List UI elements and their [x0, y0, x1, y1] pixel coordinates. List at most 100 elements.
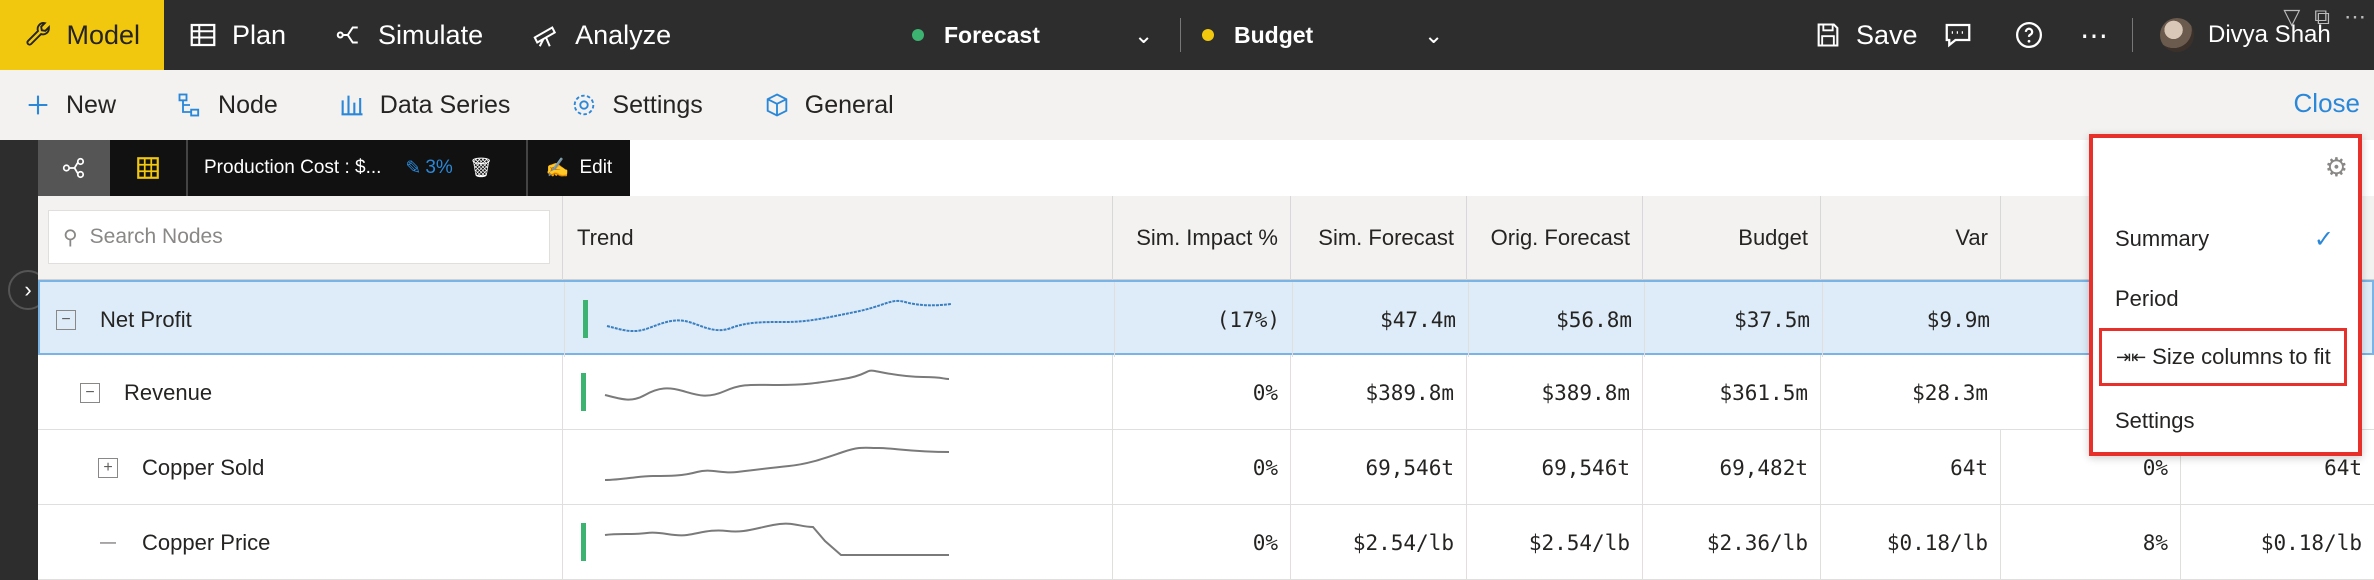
plus-icon [28, 95, 48, 115]
menu-item-period[interactable]: Period [2093, 270, 2358, 328]
help-button[interactable] [2014, 0, 2044, 70]
collapse-icon[interactable]: − [56, 309, 76, 330]
menu-item-label: Size columns to fit [2152, 344, 2331, 369]
general-label: General [804, 90, 894, 119]
menu-item-summary[interactable]: Summary ✓ [2093, 210, 2358, 268]
comment-button[interactable] [1942, 0, 1974, 70]
sparkline [606, 300, 952, 333]
gear-icon[interactable]: ⚙ [2325, 152, 2348, 183]
tab-simulate[interactable]: Simulate [310, 0, 507, 70]
sim-forecast-cell: $47.4m [1292, 282, 1468, 357]
trend-cell [562, 505, 1112, 580]
chevron-down-icon: ⌄ [1134, 21, 1154, 48]
menu-item-settings[interactable]: Settings [2093, 392, 2358, 450]
close-link[interactable]: Close [2294, 88, 2360, 119]
scenario-selector-compare[interactable]: Budget ⌄ [1202, 0, 1443, 70]
new-label: New [66, 90, 117, 119]
table-row[interactable]: − Net Profit (17%) $47.4m $56.8m $37.5m … [38, 280, 2374, 357]
sim-impact-cell: 0% [1112, 355, 1290, 430]
orig-forecast-cell: $56.8m [1468, 282, 1644, 357]
table-row[interactable]: + Copper Sold 0% 69,546t 69,546t 69,482t… [38, 430, 2374, 505]
table-row[interactable]: — Copper Price 0% $2.54/lb $2.54/lb $2.3… [38, 505, 2374, 580]
tab-model[interactable]: Model [0, 0, 164, 70]
header-sim-impact[interactable]: Sim. Impact % [1112, 196, 1290, 280]
tab-plan-label: Plan [232, 19, 287, 50]
expand-icon[interactable]: + [98, 457, 118, 478]
table-icon [190, 23, 216, 47]
menu-item-label: Summary [2115, 226, 2210, 251]
expand-icon[interactable]: ⧉ [2314, 4, 2330, 30]
sim-impact-cell: 0% [1112, 505, 1290, 580]
sparkline [604, 522, 949, 556]
row-name-cell: − Net Profit [56, 282, 192, 357]
search-nodes-input[interactable]: ⚲ Search Nodes [48, 210, 550, 264]
row-name-cell: − Revenue [80, 355, 212, 430]
data-series-label: Data Series [379, 90, 511, 119]
extra-cell: $0.18/lb [2180, 505, 2374, 580]
sparkline [604, 369, 950, 401]
menu-item-size-columns-to-fit[interactable]: ⇥⇤ Size columns to fit [2099, 328, 2347, 386]
sparkline [604, 446, 950, 481]
save-icon [1817, 23, 1839, 47]
scenario-selector-primary[interactable]: Forecast ⌄ [912, 0, 1153, 70]
edit-button[interactable]: ✍ Edit [526, 140, 630, 196]
header-budget-label: Budget [1738, 225, 1808, 250]
header-budget[interactable]: Budget [1642, 196, 1820, 280]
budget-cell: $37.5m [1644, 282, 1822, 357]
more-options-button[interactable]: ⋯ [2080, 0, 2110, 70]
gear-icon [574, 94, 595, 116]
node-grid: ⚲ Search Nodes Trend Sim. Impact % Sim. … [38, 196, 2374, 580]
menu-item-label: Period [2115, 286, 2179, 311]
save-label: Save [1856, 19, 1918, 50]
more-icon[interactable]: ⋯ [2344, 4, 2366, 30]
tab-analyze[interactable]: Analyze [507, 0, 695, 70]
chevron-down-icon: ⌄ [1424, 21, 1444, 48]
selected-node-chip[interactable]: Production Cost : $... ✎ 3% 🗑 [186, 140, 526, 196]
data-series-button[interactable]: Data Series [338, 90, 511, 120]
grid-view-button[interactable] [110, 140, 186, 196]
comment-icon [1945, 23, 1971, 48]
header-var[interactable]: Var [1820, 196, 2000, 280]
scenario-compare-label: Budget [1234, 21, 1314, 48]
header-var-label: Var [1955, 225, 1988, 250]
header-trend[interactable]: Trend [562, 196, 1112, 280]
search-placeholder: Search Nodes [89, 225, 223, 248]
avatar [2160, 18, 2194, 52]
trash-icon[interactable]: 🗑 [469, 156, 493, 180]
var-cell: $28.3m [1820, 355, 2000, 430]
new-button[interactable]: New [24, 91, 116, 120]
table-row[interactable]: − Revenue 0% $389.8m $389.8m $361.5m $28… [38, 355, 2374, 430]
save-button[interactable]: Save [1814, 0, 1918, 70]
sim-forecast-cell: $389.8m [1290, 355, 1466, 430]
var-cell: $0.18/lb [1820, 505, 2000, 580]
node-tree-icon [178, 93, 200, 117]
selected-node-label: Production Cost : $... [204, 157, 382, 178]
general-button[interactable]: General [763, 91, 894, 120]
scenario-indicator [583, 300, 588, 338]
bar-chart-icon [341, 95, 363, 116]
menu-item-label: Settings [2115, 408, 2195, 433]
trend-cell [562, 430, 1112, 505]
budget-cell: $361.5m [1642, 355, 1820, 430]
header-sim-forecast[interactable]: Sim. Forecast [1290, 196, 1466, 280]
pencil-icon: ✎ [405, 157, 422, 179]
tree-view-button[interactable] [38, 140, 110, 196]
collapse-icon[interactable]: − [80, 382, 100, 403]
wrench-icon [26, 22, 50, 46]
header-orig-forecast[interactable]: Orig. Forecast [1466, 196, 1642, 280]
trend-cell [564, 282, 1114, 357]
window-controls: ▽ ⧉ ⋯ [2275, 0, 2374, 34]
row-name: Net Profit [100, 306, 192, 332]
orig-forecast-cell: $2.54/lb [1466, 505, 1642, 580]
tab-plan[interactable]: Plan [164, 0, 310, 70]
sim-impact-cell: (17%) [1114, 282, 1292, 357]
scenario-status-dot [1202, 29, 1214, 41]
settings-button[interactable]: Settings [570, 91, 703, 120]
node-button[interactable]: Node [176, 91, 278, 120]
row-name-cell: — Copper Price [98, 505, 270, 580]
grid-icon [137, 157, 159, 179]
filter-icon[interactable]: ▽ [2283, 4, 2300, 30]
chevron-right-icon: › [24, 277, 32, 302]
var-cell: $9.9m [1822, 282, 2002, 357]
row-name: Copper Price [142, 529, 271, 555]
